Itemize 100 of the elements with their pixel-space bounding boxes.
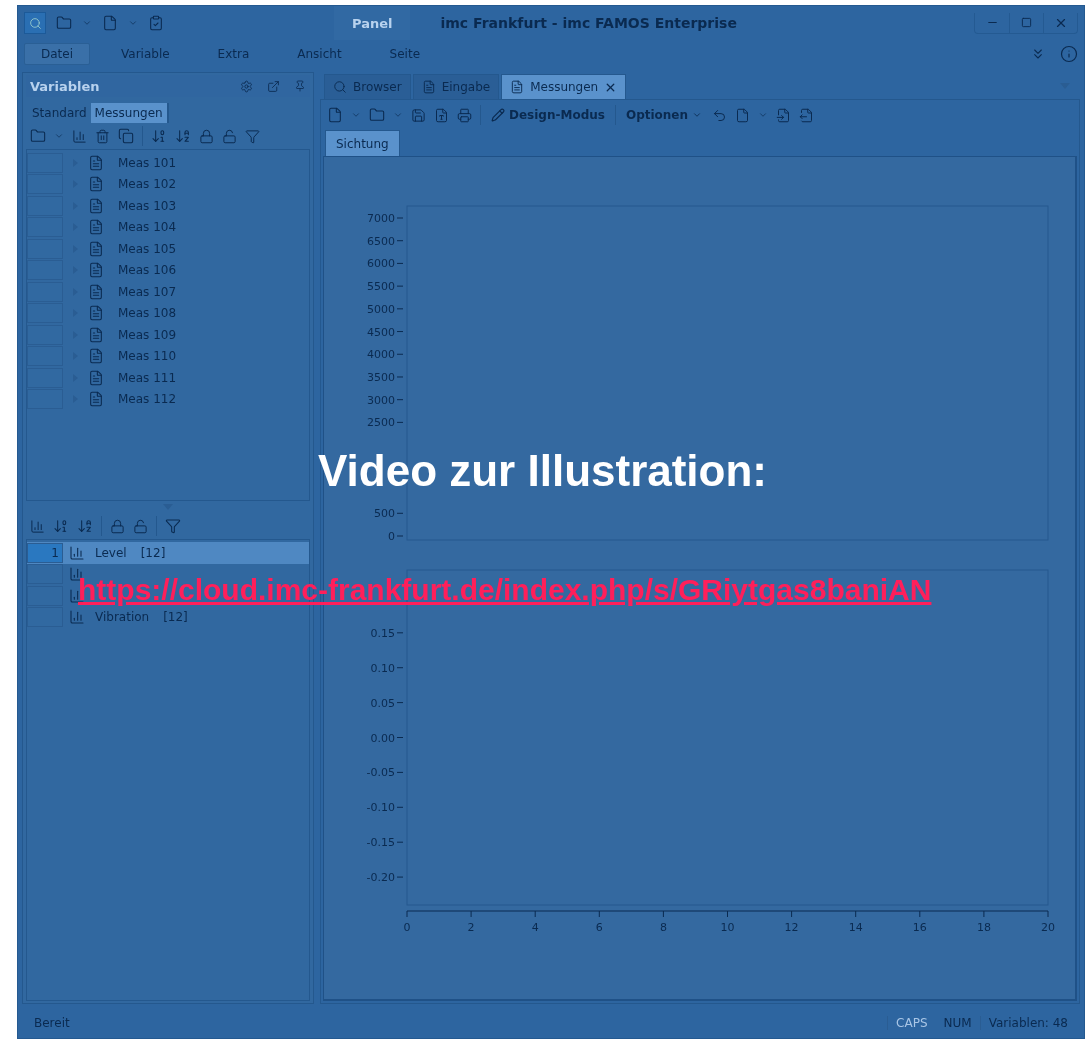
chart-icon[interactable]	[30, 518, 45, 534]
document-tab[interactable]: Messungen	[501, 74, 627, 99]
x-tick-label: 18	[976, 921, 991, 934]
measurement-icon[interactable]	[88, 305, 104, 322]
document-icon[interactable]	[102, 15, 118, 31]
measurement-name[interactable]: Meas 109	[118, 327, 177, 342]
folder-icon[interactable]	[369, 107, 385, 123]
page-icon[interactable]	[735, 107, 751, 123]
panel-tab[interactable]: Standard	[28, 103, 91, 123]
ribbon-tab[interactable]: Datei	[24, 43, 90, 65]
y-tick: 500	[374, 507, 404, 521]
measurement-icon[interactable]	[88, 283, 104, 300]
x-tick: 4	[531, 910, 539, 934]
measurement-icon[interactable]	[88, 262, 104, 279]
chart-icon[interactable]	[72, 128, 87, 144]
channel-name[interactable]: Level	[95, 545, 127, 560]
dropdown-icon[interactable]	[351, 110, 361, 120]
dropdown-icon[interactable]	[82, 18, 92, 28]
design-mode-button[interactable]: Design-Modus	[489, 108, 607, 122]
key-indicator: CAPS	[887, 1016, 936, 1030]
print-icon[interactable]	[457, 107, 472, 123]
row-header[interactable]	[27, 564, 63, 585]
sort-numeric-icon[interactable]	[151, 128, 167, 144]
dropdown-icon[interactable]	[128, 18, 138, 28]
ribbon-tab[interactable]: Extra	[200, 43, 267, 65]
x-tick: 16	[912, 910, 927, 934]
float-window-icon[interactable]	[267, 79, 280, 93]
y-tick: 0.05	[370, 696, 404, 710]
measurement-name[interactable]: Meas 107	[118, 284, 177, 299]
filter-icon[interactable]	[165, 518, 181, 534]
undo-icon[interactable]	[712, 107, 728, 123]
import-icon[interactable]	[776, 107, 792, 123]
document-tab[interactable]: Browser	[324, 74, 411, 99]
folder-icon[interactable]	[30, 128, 46, 144]
measurement-icon[interactable]	[88, 369, 104, 386]
measurement-name[interactable]: Meas 101	[118, 155, 177, 170]
measurement-name[interactable]: Meas 110	[118, 349, 177, 364]
measurement-icon[interactable]	[88, 154, 104, 171]
panel-tab[interactable]: Messungen	[90, 103, 169, 123]
x-tick: 2	[467, 910, 475, 934]
ribbon-tab[interactable]: Variable	[104, 43, 187, 65]
measurement-icon[interactable]	[88, 219, 104, 236]
measurement-name[interactable]: Meas 111	[118, 370, 177, 385]
row-number: 1	[51, 545, 59, 560]
y-tick-label: 0.00	[370, 731, 395, 745]
export-icon[interactable]	[799, 107, 815, 123]
dropdown-icon[interactable]	[758, 110, 769, 120]
measurement-icon[interactable]	[88, 391, 104, 408]
row-header[interactable]: 1	[27, 542, 63, 563]
measurement-icon[interactable]	[88, 326, 104, 343]
measurement-name[interactable]: Meas 106	[118, 263, 177, 278]
measurement-name[interactable]: Meas 112	[118, 392, 177, 407]
panel-title: Variablen	[30, 78, 101, 94]
info-icon[interactable]	[1060, 45, 1078, 63]
channel-name[interactable]: Vibration	[95, 610, 150, 625]
filter-icon[interactable]	[245, 128, 260, 144]
measurement-icon[interactable]	[88, 240, 104, 257]
pencil-icon	[491, 108, 505, 122]
x-tick: 20	[1041, 910, 1055, 934]
sort-alpha-icon[interactable]	[77, 518, 93, 534]
y-tick-label: 0.10	[370, 661, 395, 675]
dropdown-icon[interactable]	[393, 110, 403, 120]
checklist-icon[interactable]	[148, 15, 164, 31]
channel-icon[interactable]	[69, 609, 85, 626]
variable-count: Variablen: 48	[979, 1016, 1076, 1030]
ribbon-tab[interactable]: Ansicht	[280, 43, 359, 65]
measurement-icon[interactable]	[88, 348, 104, 365]
y-tick: 0.15	[370, 626, 404, 640]
new-document-icon[interactable]	[327, 107, 343, 123]
lock-icon[interactable]	[110, 518, 125, 534]
y-tick: 4000	[367, 348, 404, 362]
measurement-name[interactable]: Meas 105	[118, 241, 177, 256]
view-tab[interactable]: Sichtung	[325, 130, 400, 156]
measurement-name[interactable]: Meas 103	[118, 198, 177, 213]
channel-count: [12]	[140, 545, 166, 560]
document-tab[interactable]: Eingabe	[412, 74, 500, 99]
trash-icon[interactable]	[95, 128, 110, 144]
measurement-icon[interactable]	[88, 197, 104, 214]
folder-icon[interactable]	[56, 15, 72, 31]
sort-alpha-icon[interactable]	[175, 128, 191, 144]
ribbon-tab[interactable]: Seite	[372, 43, 438, 65]
status-text: Bereit	[33, 1016, 71, 1030]
unlock-icon[interactable]	[222, 128, 237, 144]
contextual-tab-label: Panel	[334, 6, 411, 40]
sort-numeric-icon[interactable]	[53, 518, 69, 534]
save-icon[interactable]	[411, 107, 426, 123]
app-icon[interactable]	[24, 12, 46, 34]
settings-icon[interactable]	[240, 79, 253, 93]
measurement-icon[interactable]	[88, 176, 104, 193]
measurement-name[interactable]: Meas 102	[118, 177, 177, 192]
measurement-name[interactable]: Meas 108	[118, 306, 177, 321]
x-tick-label: 2	[467, 921, 475, 934]
lock-icon[interactable]	[199, 128, 214, 144]
dropdown-icon[interactable]	[54, 131, 64, 141]
measurement-name[interactable]: Meas 104	[118, 220, 177, 235]
options-button[interactable]: Optionen	[623, 108, 705, 122]
unlock-icon[interactable]	[133, 518, 148, 534]
channel-icon[interactable]	[69, 544, 85, 561]
video-link[interactable]: https://cloud.imc-frankfurt.de/index.php/s/GRiytgas8baniAN	[78, 573, 932, 607]
pin-icon[interactable]	[294, 80, 306, 92]
